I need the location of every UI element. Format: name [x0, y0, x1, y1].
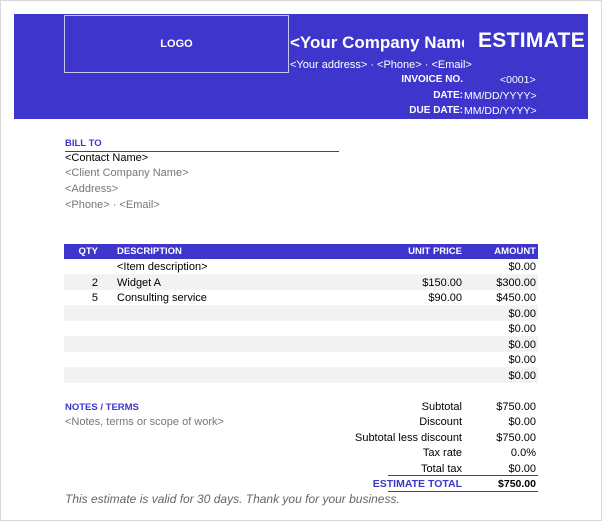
- subtotal-row: Subtotal $750.00: [330, 401, 538, 416]
- due-date-label: DUE DATE:: [409, 105, 463, 116]
- cell-amount[interactable]: $0.00: [508, 339, 536, 351]
- document-title: ESTIMATE: [477, 29, 585, 52]
- company-name[interactable]: <Your Company Name>: [290, 33, 464, 53]
- tax-rate-label: Tax rate: [422, 447, 462, 459]
- footer-note[interactable]: This estimate is valid for 30 days. Than…: [65, 492, 400, 506]
- subtotal-label: Subtotal: [421, 401, 462, 413]
- cell-amount[interactable]: $0.00: [508, 308, 536, 320]
- cell-amount[interactable]: $450.00: [496, 292, 536, 304]
- discount-row: Discount $0.00: [330, 416, 538, 431]
- company-contact-line[interactable]: <Your address> · <Phone> · <Email>: [290, 59, 472, 71]
- bill-to-client-company[interactable]: <Client Company Name>: [65, 167, 189, 179]
- logo-placeholder[interactable]: LOGO: [64, 15, 289, 73]
- table-row[interactable]: $0.00: [64, 367, 538, 383]
- table-body: <Item description> $0.00 2 Widget A $150.00 $…: [64, 259, 538, 383]
- cell-unit-price[interactable]: $90.00: [428, 292, 462, 304]
- subtotal-less-discount-row: Subtotal less discount $750.00: [330, 432, 538, 447]
- estimate-total-label: ESTIMATE TOTAL: [372, 478, 462, 490]
- cell-amount[interactable]: $0.00: [508, 370, 536, 382]
- table-row[interactable]: $0.00: [64, 352, 538, 368]
- table-row[interactable]: 2 Widget A $150.00 $300.00: [64, 274, 538, 290]
- header-amount: AMOUNT: [494, 246, 536, 257]
- grand-total-top-rule: [388, 475, 538, 476]
- due-date-value[interactable]: MM/DD/YYYY>: [464, 105, 537, 117]
- header-band: LOGO <Your Company Name> ESTIMATE <Your …: [14, 14, 588, 119]
- cell-qty[interactable]: 5: [64, 292, 98, 304]
- cell-description[interactable]: <Item description>: [117, 261, 208, 273]
- grand-total-bottom-rule: [388, 491, 538, 492]
- cell-description[interactable]: Widget A: [117, 277, 161, 289]
- tax-rate-row: Tax rate 0.0%: [330, 447, 538, 462]
- table-row[interactable]: <Item description> $0.00: [64, 259, 538, 275]
- subtotal-less-discount-label: Subtotal less discount: [354, 432, 462, 444]
- invoice-number-row: INVOICE NO. <0001>: [314, 74, 536, 88]
- table-row[interactable]: $0.00: [64, 321, 538, 337]
- cell-description[interactable]: Consulting service: [117, 292, 207, 304]
- notes-text[interactable]: <Notes, terms or scope of work>: [65, 416, 224, 428]
- date-row: DATE: MM/DD/YYYY>: [314, 90, 536, 104]
- cell-amount[interactable]: $300.00: [496, 277, 536, 289]
- estimate-total-value: $750.00: [498, 478, 536, 490]
- date-label: DATE:: [433, 90, 463, 101]
- subtotal-less-discount-value: $750.00: [496, 432, 536, 444]
- bill-to-address[interactable]: <Address>: [65, 183, 118, 195]
- estimate-total-row: ESTIMATE TOTAL $750.00: [330, 478, 538, 492]
- line-items-table: QTY DESCRIPTION UNIT PRICE AMOUNT <Item …: [64, 244, 538, 383]
- cell-unit-price[interactable]: $150.00: [422, 277, 462, 289]
- total-tax-label: Total tax: [421, 463, 462, 475]
- header-unit-price: UNIT PRICE: [408, 246, 462, 257]
- table-row[interactable]: $0.00: [64, 336, 538, 352]
- subtotal-value: $750.00: [496, 401, 536, 413]
- discount-label: Discount: [419, 416, 462, 428]
- cell-qty[interactable]: 2: [64, 277, 98, 289]
- total-tax-value: $0.00: [508, 463, 536, 475]
- header-description: DESCRIPTION: [117, 246, 182, 257]
- bill-to-contact-name[interactable]: <Contact Name>: [65, 152, 148, 164]
- invoice-number-label: INVOICE NO.: [401, 74, 463, 85]
- header-qty: QTY: [78, 246, 98, 257]
- notes-label: NOTES / TERMS: [65, 402, 139, 413]
- date-value[interactable]: MM/DD/YYYY>: [464, 90, 537, 102]
- bill-to-label: BILL TO: [65, 138, 339, 152]
- table-row[interactable]: 5 Consulting service $90.00 $450.00: [64, 290, 538, 306]
- bill-to-phone-email[interactable]: <Phone> · <Email>: [65, 199, 160, 211]
- cell-amount[interactable]: $0.00: [508, 261, 536, 273]
- discount-value[interactable]: $0.00: [508, 416, 536, 428]
- due-date-row: DUE DATE: MM/DD/YYYY>: [314, 105, 536, 119]
- table-header-row: QTY DESCRIPTION UNIT PRICE AMOUNT: [64, 244, 538, 259]
- invoice-number-value[interactable]: <0001>: [500, 74, 536, 86]
- cell-amount[interactable]: $0.00: [508, 354, 536, 366]
- table-row[interactable]: $0.00: [64, 305, 538, 321]
- cell-amount[interactable]: $0.00: [508, 323, 536, 335]
- tax-rate-value[interactable]: 0.0%: [511, 447, 536, 459]
